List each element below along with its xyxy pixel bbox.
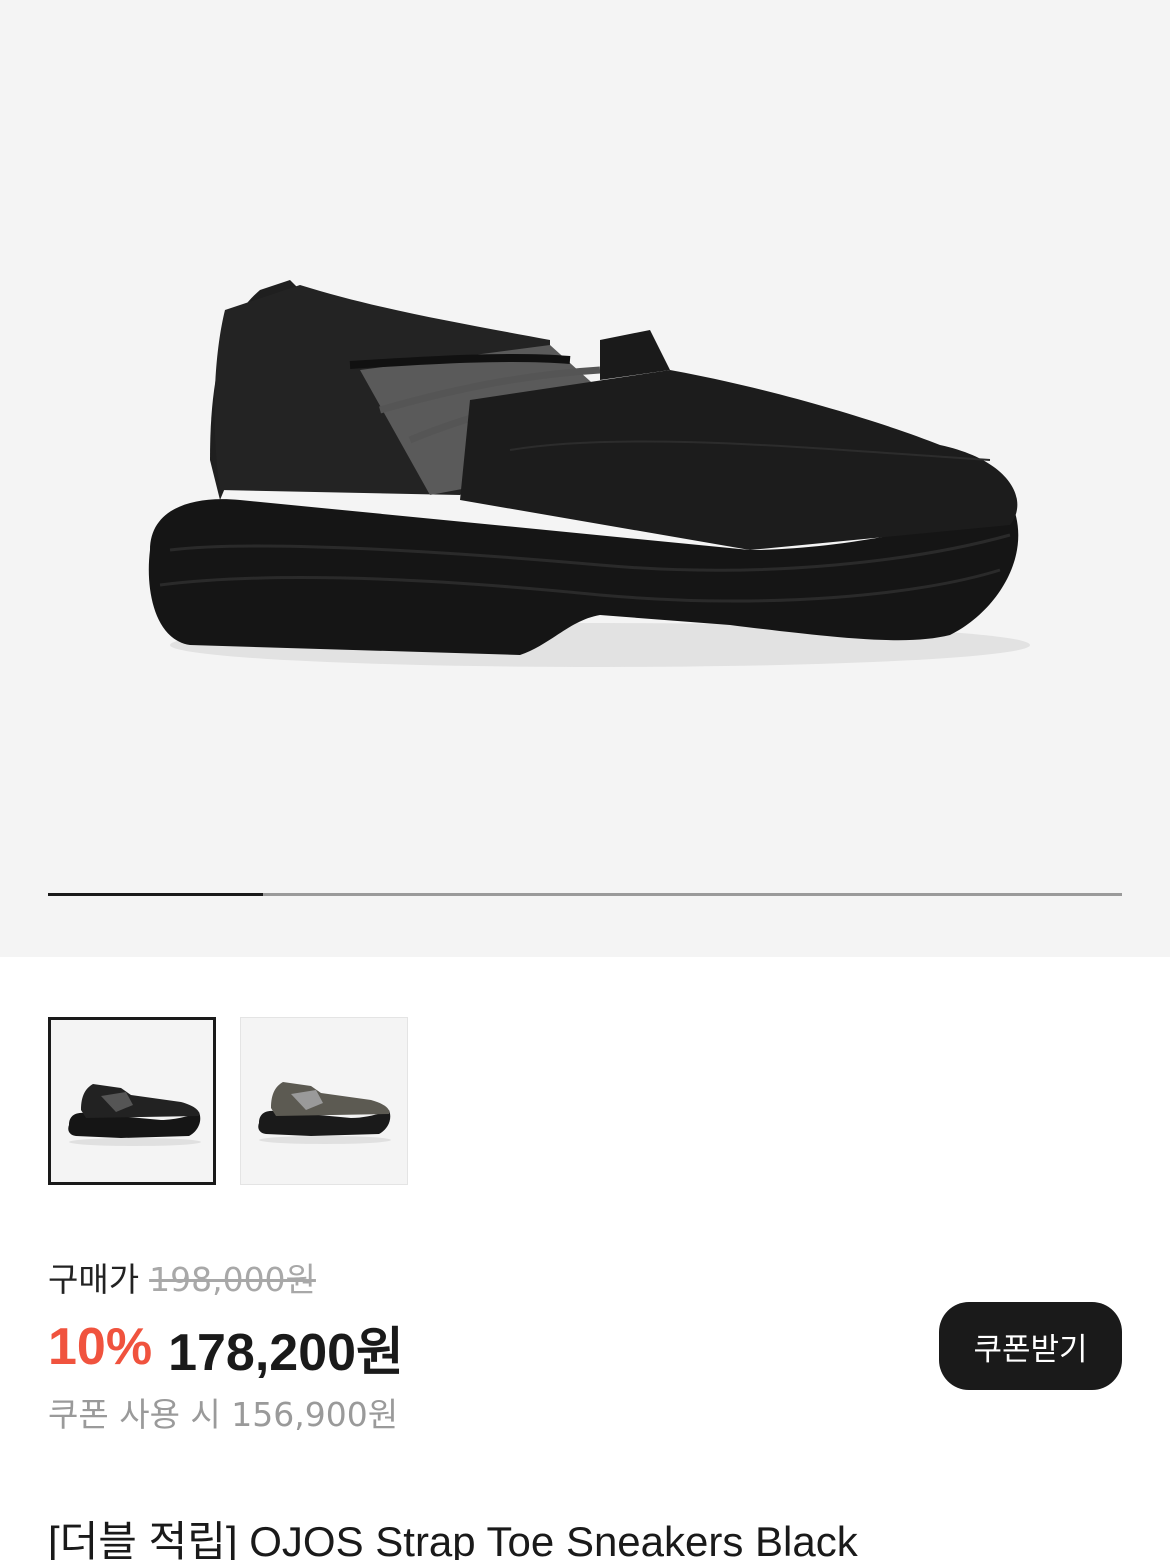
shoe-gray-icon bbox=[258, 1082, 391, 1144]
sale-price-row: 10% 178,200원 bbox=[48, 1312, 404, 1382]
thumbnail-black[interactable] bbox=[48, 1017, 216, 1185]
product-image-gallery[interactable] bbox=[0, 0, 1170, 957]
image-progress-indicator bbox=[48, 893, 263, 896]
shoe-black-icon bbox=[68, 1084, 201, 1146]
price-label-row: 구매가 198,000원 bbox=[48, 1258, 316, 1302]
discount-rate: 10% bbox=[48, 1318, 153, 1376]
get-coupon-button[interactable]: 쿠폰받기 bbox=[939, 1302, 1122, 1390]
sale-price: 178,200원 bbox=[168, 1323, 404, 1382]
original-price: 198,000원 bbox=[149, 1260, 316, 1299]
thumbnail-gray[interactable] bbox=[240, 1017, 408, 1185]
coupon-price: 쿠폰 사용 시 156,900원 bbox=[48, 1395, 399, 1434]
price-label: 구매가 bbox=[48, 1260, 140, 1299]
shoe-image bbox=[148, 280, 1030, 667]
image-progress-track bbox=[48, 893, 1122, 896]
product-title: [더블 적립] OJOS Strap Toe Sneakers Black bbox=[48, 1518, 858, 1560]
